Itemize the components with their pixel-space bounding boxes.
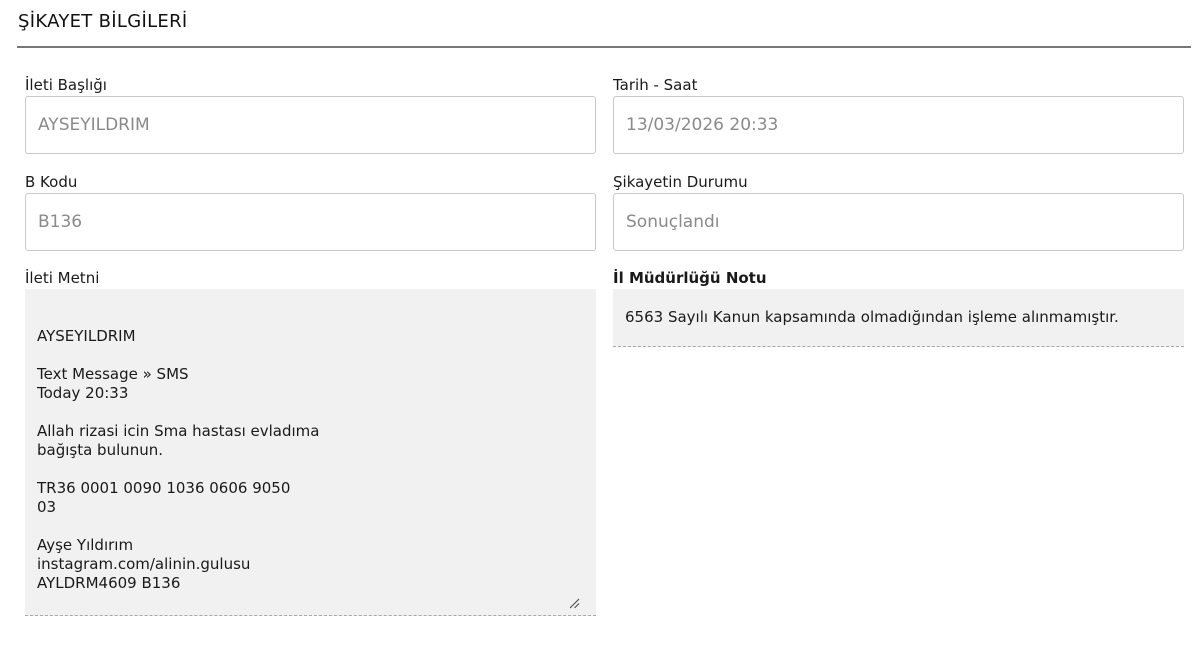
complaint-status-label: Şikayetin Durumu	[613, 173, 748, 191]
section-divider	[17, 46, 1191, 48]
message-title-input[interactable]: AYSEYILDRIM	[25, 96, 596, 154]
field-b-code: B Kodu B136	[25, 172, 596, 251]
b-code-input[interactable]: B136	[25, 193, 596, 251]
date-time-label: Tarih - Saat	[613, 76, 698, 94]
provincial-note-label: İl Müdürlüğü Notu	[613, 269, 767, 287]
message-text-area[interactable]: AYSEYILDRIM Text Message » SMS Today 20:…	[25, 289, 596, 616]
b-code-label: B Kodu	[25, 173, 78, 191]
field-message-text: İleti Metni AYSEYILDRIM Text Message » S…	[25, 268, 596, 616]
message-text-content: AYSEYILDRIM Text Message » SMS Today 20:…	[37, 327, 320, 592]
message-title-label: İleti Başlığı	[25, 76, 107, 94]
message-text-label: İleti Metni	[25, 269, 100, 287]
field-date-time: Tarih - Saat 13/03/2026 20:33	[613, 75, 1184, 154]
field-message-title: İleti Başlığı AYSEYILDRIM	[25, 75, 596, 154]
complaint-status-input[interactable]: Sonuçlandı	[613, 193, 1184, 251]
section-title: ŞİKAYET BİLGİLERİ	[18, 11, 188, 32]
date-time-input[interactable]: 13/03/2026 20:33	[613, 96, 1184, 154]
resize-handle-icon[interactable]	[568, 597, 580, 609]
field-provincial-note: İl Müdürlüğü Notu 6563 Sayılı Kanun kaps…	[613, 268, 1184, 347]
provincial-note-text: 6563 Sayılı Kanun kapsamında olmadığında…	[613, 289, 1184, 347]
field-complaint-status: Şikayetin Durumu Sonuçlandı	[613, 172, 1184, 251]
